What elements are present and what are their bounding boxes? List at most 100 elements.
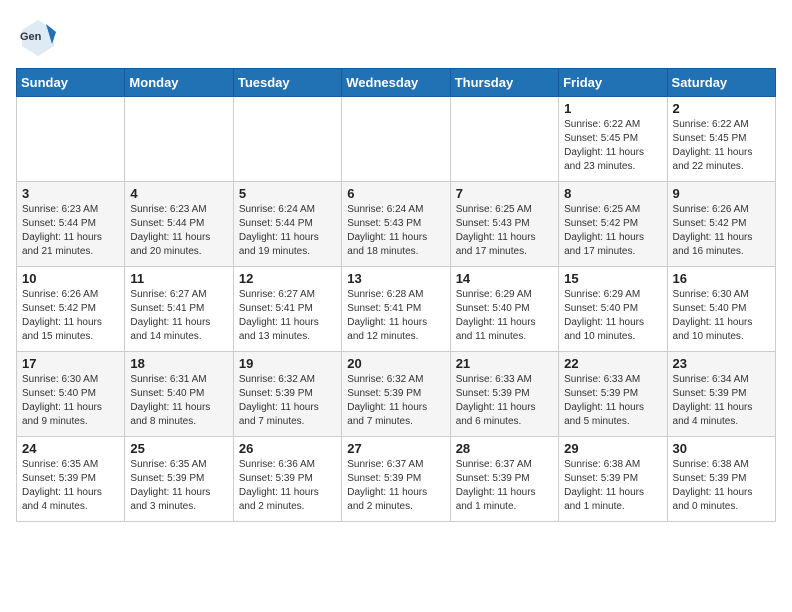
- logo-icon: Gen: [16, 16, 60, 60]
- day-info: Sunrise: 6:37 AM Sunset: 5:39 PM Dayligh…: [347, 458, 444, 514]
- day-number: 7: [456, 186, 553, 201]
- calendar-week-3: 10 Sunrise: 6:26 AM Sunset: 5:42 PM Dayli…: [17, 267, 776, 352]
- day-info: Sunrise: 6:29 AM Sunset: 5:40 PM Dayligh…: [564, 288, 661, 344]
- calendar-table: SundayMondayTuesdayWednesdayThursdayFrid…: [16, 68, 776, 522]
- day-number: 18: [130, 356, 227, 371]
- calendar-cell: 29 Sunrise: 6:38 AM Sunset: 5:39 PM Dayli…: [559, 437, 667, 522]
- day-number: 28: [456, 441, 553, 456]
- day-info: Sunrise: 6:38 AM Sunset: 5:39 PM Dayligh…: [673, 458, 770, 514]
- day-info: Sunrise: 6:22 AM Sunset: 5:45 PM Dayligh…: [564, 118, 661, 174]
- calendar-cell: 18 Sunrise: 6:31 AM Sunset: 5:40 PM Dayli…: [125, 352, 233, 437]
- day-info: Sunrise: 6:23 AM Sunset: 5:44 PM Dayligh…: [130, 203, 227, 259]
- day-number: 14: [456, 271, 553, 286]
- calendar-cell: 17 Sunrise: 6:30 AM Sunset: 5:40 PM Dayli…: [17, 352, 125, 437]
- day-info: Sunrise: 6:27 AM Sunset: 5:41 PM Dayligh…: [130, 288, 227, 344]
- day-number: 1: [564, 101, 661, 116]
- day-number: 25: [130, 441, 227, 456]
- day-header-thursday: Thursday: [450, 69, 558, 97]
- day-number: 13: [347, 271, 444, 286]
- day-info: Sunrise: 6:36 AM Sunset: 5:39 PM Dayligh…: [239, 458, 336, 514]
- day-info: Sunrise: 6:35 AM Sunset: 5:39 PM Dayligh…: [130, 458, 227, 514]
- calendar-cell: 30 Sunrise: 6:38 AM Sunset: 5:39 PM Dayli…: [667, 437, 775, 522]
- calendar-cell: 14 Sunrise: 6:29 AM Sunset: 5:40 PM Dayli…: [450, 267, 558, 352]
- day-number: 29: [564, 441, 661, 456]
- day-number: 10: [22, 271, 119, 286]
- logo: Gen: [16, 16, 66, 60]
- day-info: Sunrise: 6:28 AM Sunset: 5:41 PM Dayligh…: [347, 288, 444, 344]
- day-header-saturday: Saturday: [667, 69, 775, 97]
- day-info: Sunrise: 6:24 AM Sunset: 5:43 PM Dayligh…: [347, 203, 444, 259]
- calendar-cell: 16 Sunrise: 6:30 AM Sunset: 5:40 PM Dayli…: [667, 267, 775, 352]
- day-info: Sunrise: 6:35 AM Sunset: 5:39 PM Dayligh…: [22, 458, 119, 514]
- day-info: Sunrise: 6:33 AM Sunset: 5:39 PM Dayligh…: [564, 373, 661, 429]
- day-number: 22: [564, 356, 661, 371]
- calendar-cell: 7 Sunrise: 6:25 AM Sunset: 5:43 PM Daylig…: [450, 182, 558, 267]
- day-number: 4: [130, 186, 227, 201]
- calendar-cell: 22 Sunrise: 6:33 AM Sunset: 5:39 PM Dayli…: [559, 352, 667, 437]
- day-header-sunday: Sunday: [17, 69, 125, 97]
- calendar-cell: 6 Sunrise: 6:24 AM Sunset: 5:43 PM Daylig…: [342, 182, 450, 267]
- day-info: Sunrise: 6:31 AM Sunset: 5:40 PM Dayligh…: [130, 373, 227, 429]
- day-number: 16: [673, 271, 770, 286]
- calendar-cell: 28 Sunrise: 6:37 AM Sunset: 5:39 PM Dayli…: [450, 437, 558, 522]
- day-number: 15: [564, 271, 661, 286]
- day-number: 11: [130, 271, 227, 286]
- calendar-cell: 9 Sunrise: 6:26 AM Sunset: 5:42 PM Daylig…: [667, 182, 775, 267]
- svg-text:Gen: Gen: [20, 31, 42, 43]
- day-info: Sunrise: 6:30 AM Sunset: 5:40 PM Dayligh…: [673, 288, 770, 344]
- day-number: 5: [239, 186, 336, 201]
- day-info: Sunrise: 6:26 AM Sunset: 5:42 PM Dayligh…: [673, 203, 770, 259]
- day-info: Sunrise: 6:34 AM Sunset: 5:39 PM Dayligh…: [673, 373, 770, 429]
- calendar-cell: 5 Sunrise: 6:24 AM Sunset: 5:44 PM Daylig…: [233, 182, 341, 267]
- calendar-cell: 4 Sunrise: 6:23 AM Sunset: 5:44 PM Daylig…: [125, 182, 233, 267]
- day-number: 27: [347, 441, 444, 456]
- calendar-week-4: 17 Sunrise: 6:30 AM Sunset: 5:40 PM Dayli…: [17, 352, 776, 437]
- day-info: Sunrise: 6:32 AM Sunset: 5:39 PM Dayligh…: [239, 373, 336, 429]
- calendar-cell: 11 Sunrise: 6:27 AM Sunset: 5:41 PM Dayli…: [125, 267, 233, 352]
- day-number: 2: [673, 101, 770, 116]
- day-info: Sunrise: 6:30 AM Sunset: 5:40 PM Dayligh…: [22, 373, 119, 429]
- day-number: 23: [673, 356, 770, 371]
- day-info: Sunrise: 6:37 AM Sunset: 5:39 PM Dayligh…: [456, 458, 553, 514]
- day-number: 17: [22, 356, 119, 371]
- day-info: Sunrise: 6:22 AM Sunset: 5:45 PM Dayligh…: [673, 118, 770, 174]
- calendar-week-1: 1 Sunrise: 6:22 AM Sunset: 5:45 PM Daylig…: [17, 97, 776, 182]
- day-number: 26: [239, 441, 336, 456]
- calendar-cell: 21 Sunrise: 6:33 AM Sunset: 5:39 PM Dayli…: [450, 352, 558, 437]
- day-header-monday: Monday: [125, 69, 233, 97]
- calendar-cell: 23 Sunrise: 6:34 AM Sunset: 5:39 PM Dayli…: [667, 352, 775, 437]
- day-number: 21: [456, 356, 553, 371]
- calendar-cell: 15 Sunrise: 6:29 AM Sunset: 5:40 PM Dayli…: [559, 267, 667, 352]
- day-info: Sunrise: 6:32 AM Sunset: 5:39 PM Dayligh…: [347, 373, 444, 429]
- day-info: Sunrise: 6:24 AM Sunset: 5:44 PM Dayligh…: [239, 203, 336, 259]
- day-header-wednesday: Wednesday: [342, 69, 450, 97]
- day-info: Sunrise: 6:27 AM Sunset: 5:41 PM Dayligh…: [239, 288, 336, 344]
- day-info: Sunrise: 6:33 AM Sunset: 5:39 PM Dayligh…: [456, 373, 553, 429]
- day-number: 20: [347, 356, 444, 371]
- day-number: 3: [22, 186, 119, 201]
- page-header: Gen: [16, 16, 776, 60]
- day-number: 9: [673, 186, 770, 201]
- calendar-cell: [125, 97, 233, 182]
- calendar-header-row: SundayMondayTuesdayWednesdayThursdayFrid…: [17, 69, 776, 97]
- day-info: Sunrise: 6:25 AM Sunset: 5:43 PM Dayligh…: [456, 203, 553, 259]
- calendar-cell: 24 Sunrise: 6:35 AM Sunset: 5:39 PM Dayli…: [17, 437, 125, 522]
- calendar-cell: 10 Sunrise: 6:26 AM Sunset: 5:42 PM Dayli…: [17, 267, 125, 352]
- day-info: Sunrise: 6:26 AM Sunset: 5:42 PM Dayligh…: [22, 288, 119, 344]
- calendar-cell: 12Sunrise: 6:27 AM Sunset: 5:41 PM Dayli…: [233, 267, 341, 352]
- calendar-cell: [17, 97, 125, 182]
- day-info: Sunrise: 6:29 AM Sunset: 5:40 PM Dayligh…: [456, 288, 553, 344]
- day-number: 6: [347, 186, 444, 201]
- calendar-week-2: 3 Sunrise: 6:23 AM Sunset: 5:44 PM Daylig…: [17, 182, 776, 267]
- day-number: 30: [673, 441, 770, 456]
- calendar-cell: 19Sunrise: 6:32 AM Sunset: 5:39 PM Dayli…: [233, 352, 341, 437]
- day-number: 8: [564, 186, 661, 201]
- day-info: Sunrise: 6:38 AM Sunset: 5:39 PM Dayligh…: [564, 458, 661, 514]
- day-header-tuesday: Tuesday: [233, 69, 341, 97]
- day-number: 24: [22, 441, 119, 456]
- calendar-cell: 13 Sunrise: 6:28 AM Sunset: 5:41 PM Dayli…: [342, 267, 450, 352]
- calendar-week-5: 24 Sunrise: 6:35 AM Sunset: 5:39 PM Dayli…: [17, 437, 776, 522]
- day-info: Sunrise: 6:25 AM Sunset: 5:42 PM Dayligh…: [564, 203, 661, 259]
- calendar-cell: 8 Sunrise: 6:25 AM Sunset: 5:42 PM Daylig…: [559, 182, 667, 267]
- calendar-cell: 2 Sunrise: 6:22 AM Sunset: 5:45 PM Daylig…: [667, 97, 775, 182]
